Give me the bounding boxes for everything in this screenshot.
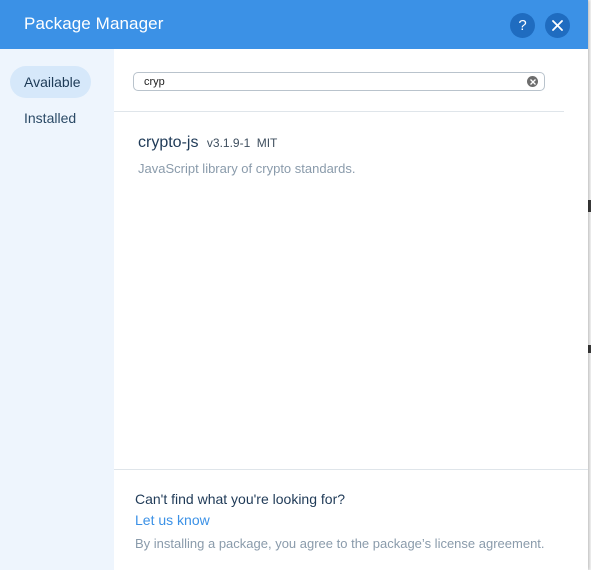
close-icon xyxy=(552,20,563,31)
dialog-title: Package Manager xyxy=(24,14,164,33)
sidebar-item-installed[interactable]: Installed xyxy=(10,102,91,134)
search-clear-button[interactable] xyxy=(527,76,538,87)
footer-question: Can't find what you're looking for? xyxy=(135,491,346,507)
package-manager-dialog: Package Manager ? Available Installed cr… xyxy=(0,0,588,570)
package-description: JavaScript library of crypto standards. xyxy=(138,161,356,176)
search-box xyxy=(133,72,545,91)
help-button[interactable]: ? xyxy=(510,13,535,38)
search-input[interactable] xyxy=(144,74,524,89)
package-version: v3.1.9-1 xyxy=(206,136,251,150)
package-license: MIT xyxy=(256,136,278,150)
sidebar: Available Installed xyxy=(0,49,114,570)
close-button[interactable] xyxy=(545,13,570,38)
question-mark-icon: ? xyxy=(518,17,527,34)
license-note: By installing a package, you agree to th… xyxy=(135,536,545,551)
package-name: crypto-js xyxy=(138,134,199,151)
let-us-know-link[interactable]: Let us know xyxy=(135,512,210,528)
sidebar-item-available[interactable]: Available xyxy=(10,66,91,98)
sidebar-item-label: Available xyxy=(24,74,81,90)
sidebar-item-label: Installed xyxy=(24,110,77,126)
search-divider xyxy=(114,111,564,112)
dialog-header: Package Manager ? xyxy=(0,0,588,49)
clear-x-icon xyxy=(529,78,536,85)
dialog-footer: Can't find what you're looking for? Let … xyxy=(114,469,588,570)
package-result[interactable]: crypto-js v3.1.9-1 MIT JavaScript librar… xyxy=(138,134,558,176)
